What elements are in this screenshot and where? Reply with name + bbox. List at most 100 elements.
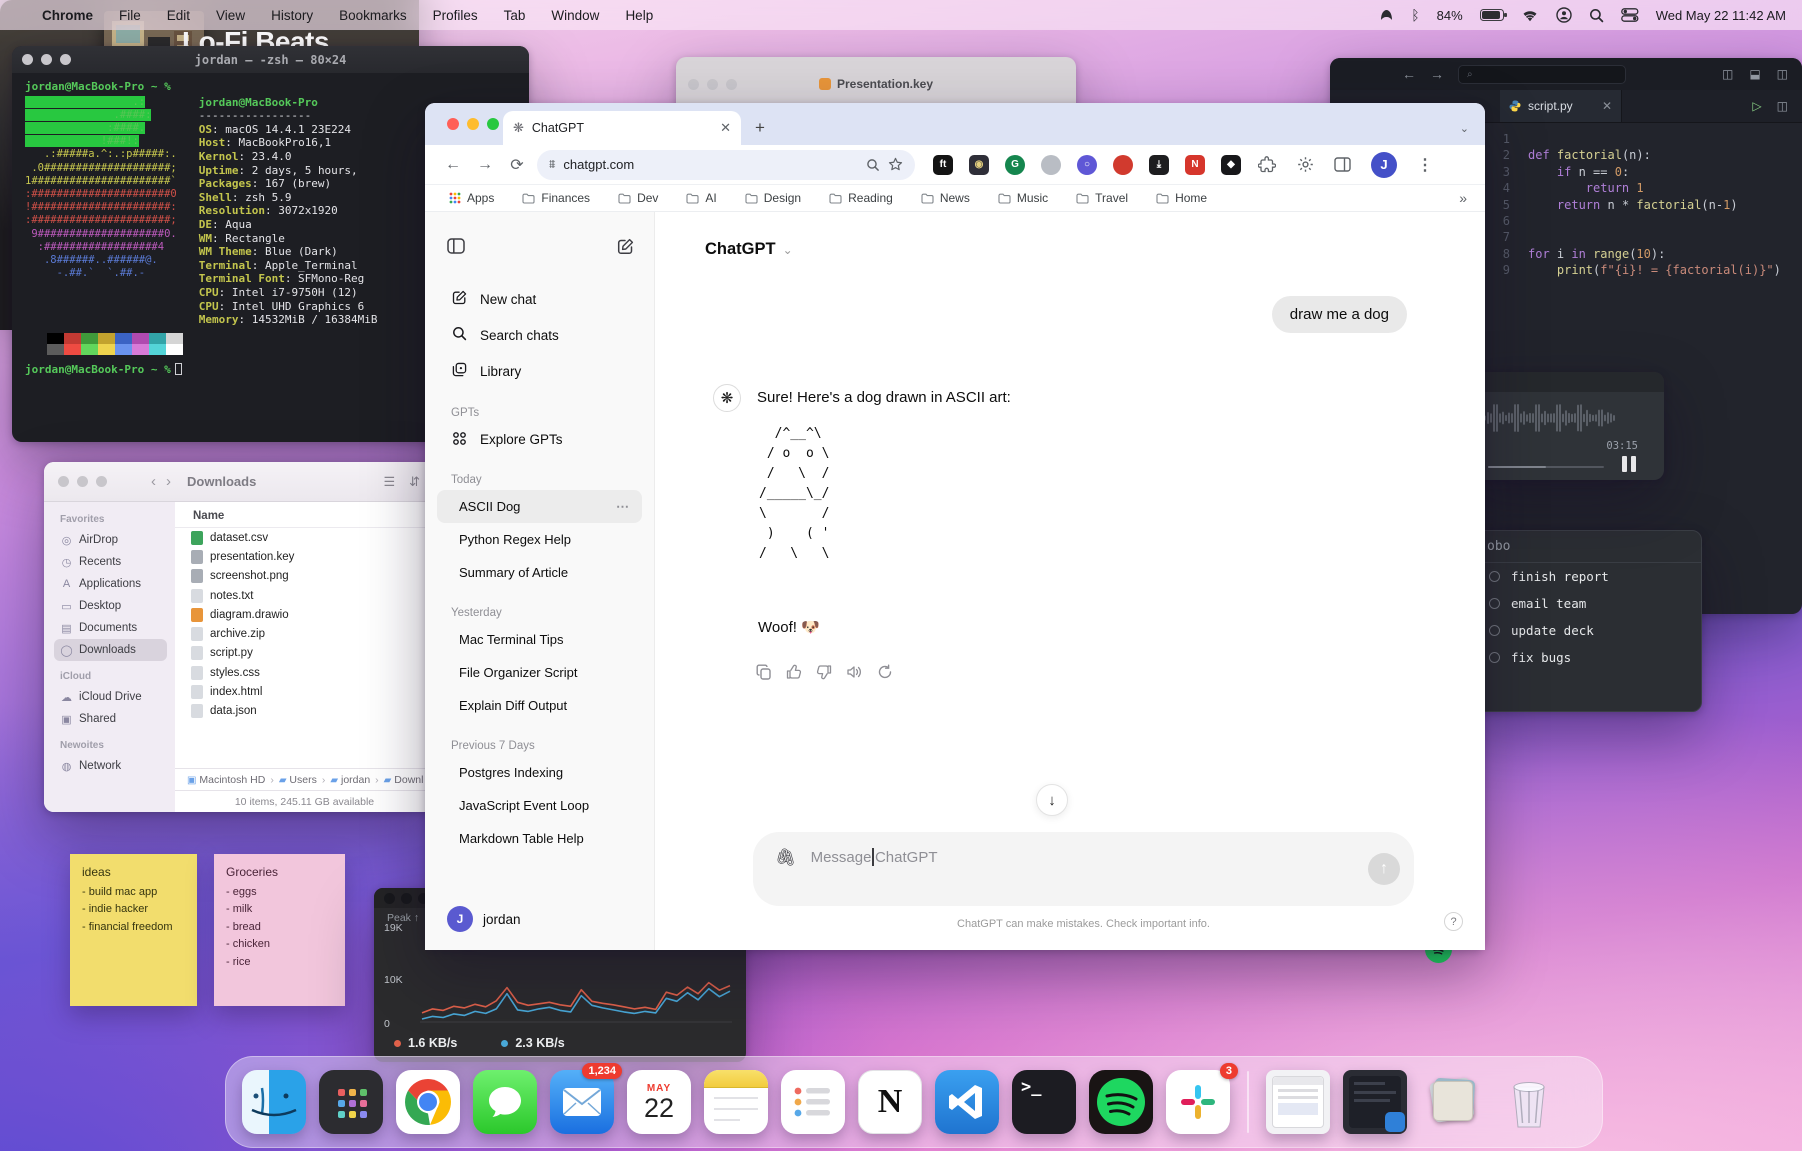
model-switcher[interactable]: ChatGPT⌄ [705,240,793,259]
sidebar-item-downloads[interactable]: ◯Downloads [54,639,167,661]
gear-icon[interactable] [1297,156,1314,173]
sticky-note-ideas[interactable]: ideas - build mac app- indie hacker- fin… [70,854,197,1006]
close-tab-icon[interactable]: ✕ [1602,99,1612,113]
dock-calendar[interactable]: MAY22 [627,1070,691,1134]
bookmark-ai[interactable]: AI [686,191,716,205]
site-settings-icon[interactable]: ⩩ [549,157,555,172]
red-extension-icon[interactable] [1113,155,1133,175]
bluetooth-icon[interactable]: ᛒ [1411,7,1419,23]
dock-notion[interactable]: N [858,1070,922,1134]
sidebar-user-row[interactable]: J jordan [447,906,521,932]
bookmark-reading[interactable]: Reading [829,191,893,205]
todo-item[interactable]: finish report [1461,563,1701,590]
bookmark-home[interactable]: Home [1156,191,1207,205]
sidebar-item-airdrop[interactable]: ◎AirDrop [54,529,167,551]
run-icon[interactable]: ▷ [1752,99,1761,113]
scroll-to-bottom-button[interactable]: ↓ [1036,784,1068,816]
minimize-icon[interactable] [77,476,88,487]
layout-sidebar-icon[interactable]: ◫ [1722,67,1733,81]
dock-notes[interactable] [704,1070,768,1134]
bookmark-apps[interactable]: Apps [449,191,494,205]
new-tab-button[interactable]: + [755,118,765,138]
close-icon[interactable] [447,118,459,130]
purple-extension-icon[interactable]: ○ [1077,155,1097,175]
dock-trash[interactable] [1497,1070,1561,1134]
dock-preview-dark[interactable] [1343,1070,1407,1134]
red-n-extension-icon[interactable]: N [1185,155,1205,175]
sidebar-toggle-icon[interactable] [447,238,465,254]
audio-progress-bar[interactable] [1488,466,1604,468]
chat-history-item[interactable]: Markdown Table Help [437,822,642,855]
zoom-icon[interactable] [487,118,499,130]
dock-chrome[interactable] [396,1070,460,1134]
chat-history-item[interactable]: Mac Terminal Tips [437,623,642,656]
bookmark-design[interactable]: Design [745,191,801,205]
chrome-window[interactable]: ❋ ChatGPT ✕ + ⌄ ← → ⟳ ⩩ chatgpt.com ft◉G… [425,103,1485,950]
file-row[interactable]: dataset.csv [175,528,434,547]
dock-preview-light[interactable] [1266,1070,1330,1134]
sidebar-item-shared[interactable]: ▣Shared [54,708,167,730]
side-panel-icon[interactable] [1334,157,1351,172]
new-chat-icon[interactable] [617,238,634,255]
file-row[interactable]: styles.css [175,663,434,682]
bookmarks-overflow-chevron[interactable]: » [1459,190,1467,206]
chat-history-item[interactable]: Postgres Indexing [437,756,642,789]
sidebar-new-chat[interactable]: New chat [425,281,654,317]
path-segment[interactable]: ▰ Downl [384,774,424,786]
file-row[interactable]: index.html [175,682,434,701]
chat-options-icon[interactable]: ⋯ [616,499,630,515]
read-aloud-icon[interactable] [846,664,863,680]
chat-history-item[interactable]: JavaScript Event Loop [437,789,642,822]
bookmark-music[interactable]: Music [998,191,1048,205]
sidebar-item-icloud-drive[interactable]: ☁iCloud Drive [54,686,167,708]
vscode-tab-script-py[interactable]: script.py ✕ [1500,90,1622,122]
back-icon[interactable]: ‹ [151,473,156,490]
chat-history-item[interactable]: ASCII Dog⋯ [437,490,642,523]
layout-panel-icon[interactable]: ⬓ [1749,67,1760,81]
list-view-icon[interactable]: ☰ [383,474,395,490]
thumbs-down-icon[interactable] [816,664,832,680]
chat-history-item[interactable]: Summary of Article [437,556,642,589]
menubar-app-icon[interactable] [1379,8,1394,23]
menu-app-name[interactable]: Chrome [42,8,93,23]
todo-item[interactable]: email team [1461,590,1701,617]
attach-file-icon[interactable]: 🖇 [775,848,797,868]
wifi-icon[interactable] [1521,9,1539,22]
menu-edit[interactable]: Edit [167,8,190,23]
layout-split-icon[interactable]: ◫ [1777,67,1788,81]
checkbox[interactable] [1489,598,1500,609]
dock-reminders[interactable] [781,1070,845,1134]
drop-extension-icon[interactable]: ◆ [1221,155,1241,175]
path-segment[interactable]: ▣ Macintosh HD [187,774,265,786]
forward-icon[interactable]: → [1430,66,1444,82]
file-row[interactable]: screenshot.png [175,567,434,586]
zoom-search-icon[interactable] [866,158,880,172]
back-icon[interactable]: ← [1402,66,1416,82]
checkbox[interactable] [1489,625,1500,636]
dock-stack[interactable] [1420,1070,1484,1134]
close-icon[interactable] [58,476,69,487]
thumbs-up-icon[interactable] [786,664,802,680]
column-header-name[interactable]: Name [175,502,434,528]
grammarly-extension-icon[interactable]: G [1005,155,1025,175]
forward-icon[interactable]: › [166,473,171,490]
send-button[interactable]: ↑ [1368,853,1400,885]
file-row[interactable]: presentation.key [175,547,434,566]
minimize-icon[interactable] [467,118,479,130]
ghostery-extension-icon[interactable]: ◉ [969,155,989,175]
menu-view[interactable]: View [216,8,245,23]
audio-player-window[interactable]: 03:15 [1460,372,1664,480]
todo-item[interactable]: fix bugs [1461,644,1701,671]
dock-messages[interactable] [473,1070,537,1134]
bookmark-travel[interactable]: Travel [1076,191,1128,205]
menu-bookmarks[interactable]: Bookmarks [339,8,407,23]
spotlight-search-icon[interactable] [1589,8,1604,23]
path-segment[interactable]: ▰ Users [279,774,317,786]
chat-history-item[interactable]: File Organizer Script [437,656,642,689]
minimize-icon[interactable] [401,893,412,904]
dock-slack[interactable]: 3 [1166,1070,1230,1134]
file-row[interactable]: script.py [175,644,434,663]
sort-icon[interactable]: ⇵ [409,474,420,490]
todo-item[interactable]: update deck [1461,617,1701,644]
split-editor-icon[interactable]: ◫ [1777,99,1788,113]
